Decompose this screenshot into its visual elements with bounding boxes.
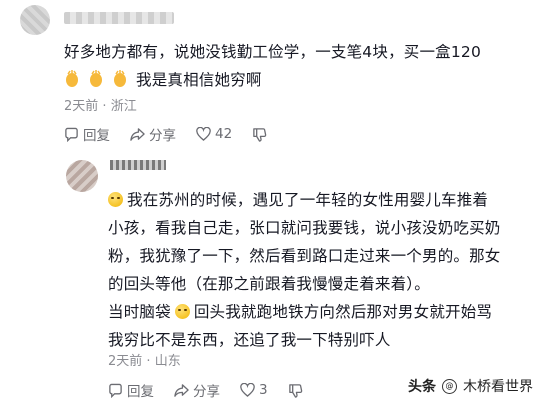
heart-icon xyxy=(240,383,255,397)
reply-like-button[interactable]: 3 xyxy=(240,382,268,398)
replier-avatar[interactable] xyxy=(66,160,98,192)
dislike-button[interactable] xyxy=(252,127,267,142)
sweat-smile-icon xyxy=(108,192,123,207)
comment-meta: 2天前 · 浙江 xyxy=(64,95,137,114)
reply-share-label: 分享 xyxy=(193,384,220,400)
commenter-avatar[interactable] xyxy=(20,5,50,35)
like-count: 42 xyxy=(215,126,233,142)
reply-line3: 粉，我犹豫了一下，然后看到路口走过来一个男的。那女 xyxy=(108,247,501,265)
comment-text-line1: 好多地方都有，说她没钱勤工俭学，一支笔4块，买一盒120 xyxy=(64,43,482,61)
meta-separator: · xyxy=(146,354,155,369)
heart-icon xyxy=(196,127,211,141)
thumbs-down-icon xyxy=(288,383,302,398)
reply-time: 2天前 xyxy=(108,354,143,369)
reply-meta: 2天前 · 山东 xyxy=(108,350,181,369)
reply-like-count: 3 xyxy=(259,382,268,398)
reply-share-button[interactable]: 分享 xyxy=(174,380,220,400)
reply-line1: 我在苏州的时候，遇见了一年轻的女性用婴儿车推着 xyxy=(108,186,538,214)
reply-dislike-button[interactable] xyxy=(288,383,303,398)
watermark: 头条 @ 木桥看世界 xyxy=(408,376,533,396)
comment-text-line2: 我是真相信她穷啊 xyxy=(64,66,534,94)
share-arrow-icon xyxy=(130,127,145,141)
clapping-hands-icon xyxy=(90,70,102,87)
share-button[interactable]: 分享 xyxy=(130,124,176,144)
reply-line5-prefix: 当时脑袋 xyxy=(108,303,171,321)
chat-bubble-icon xyxy=(65,127,78,142)
reply-location: 山东 xyxy=(154,354,181,369)
clapping-hands-icon xyxy=(66,70,78,87)
reply-body: 我在苏州的时候，遇见了一年轻的女性用婴儿车推着 小孩，看我自己走，张口就问我要钱… xyxy=(108,186,538,354)
dizzy-face-icon xyxy=(174,304,190,319)
reply-line5-suffix: 回头我就跑地铁方向然后那对男女就开始骂 xyxy=(193,303,493,321)
at-icon: @ xyxy=(442,378,457,394)
reply-line4: 的回头等他（在那之前跟着我慢慢走着来着）。 xyxy=(108,275,430,293)
reply-label: 回复 xyxy=(83,128,110,144)
reply-reply-button[interactable]: 回复 xyxy=(108,380,154,400)
share-arrow-icon xyxy=(174,383,189,397)
commenter-name-blurred[interactable] xyxy=(64,12,174,24)
meta-separator: · xyxy=(102,99,111,114)
reply-button[interactable]: 回复 xyxy=(64,124,110,144)
reply-reply-label: 回复 xyxy=(127,384,154,400)
thumbs-down-icon xyxy=(253,127,267,142)
comment-body: 好多地方都有，说她没钱勤工俭学，一支笔4块，买一盒120 我是真相信她穷啊 xyxy=(64,38,534,94)
comment-actions: 回复 分享 42 xyxy=(64,124,267,144)
reply-line2: 小孩，看我自己走，张口就问我要钱，说小孩没奶吃买奶 xyxy=(108,219,501,237)
reply-actions: 回复 分享 3 xyxy=(108,380,303,400)
like-button[interactable]: 42 xyxy=(196,126,232,142)
chat-bubble-icon xyxy=(109,383,122,398)
watermark-handle: 木桥看世界 xyxy=(463,379,533,395)
share-label: 分享 xyxy=(149,128,176,144)
comment-time: 2天前 xyxy=(64,99,99,114)
comment-location: 浙江 xyxy=(110,99,137,114)
reply-line1-text: 我在苏州的时候，遇见了一年轻的女性用婴儿车推着 xyxy=(127,191,489,209)
clapping-hands-icon xyxy=(114,70,126,87)
replier-name-blurred[interactable] xyxy=(110,160,166,170)
comment-text-line2-content: 我是真相信她穷啊 xyxy=(136,71,262,89)
reply-line5: 当时脑袋 回头我就跑地铁方向然后那对男女就开始骂 xyxy=(108,298,538,326)
watermark-brand: 头条 xyxy=(408,379,436,395)
